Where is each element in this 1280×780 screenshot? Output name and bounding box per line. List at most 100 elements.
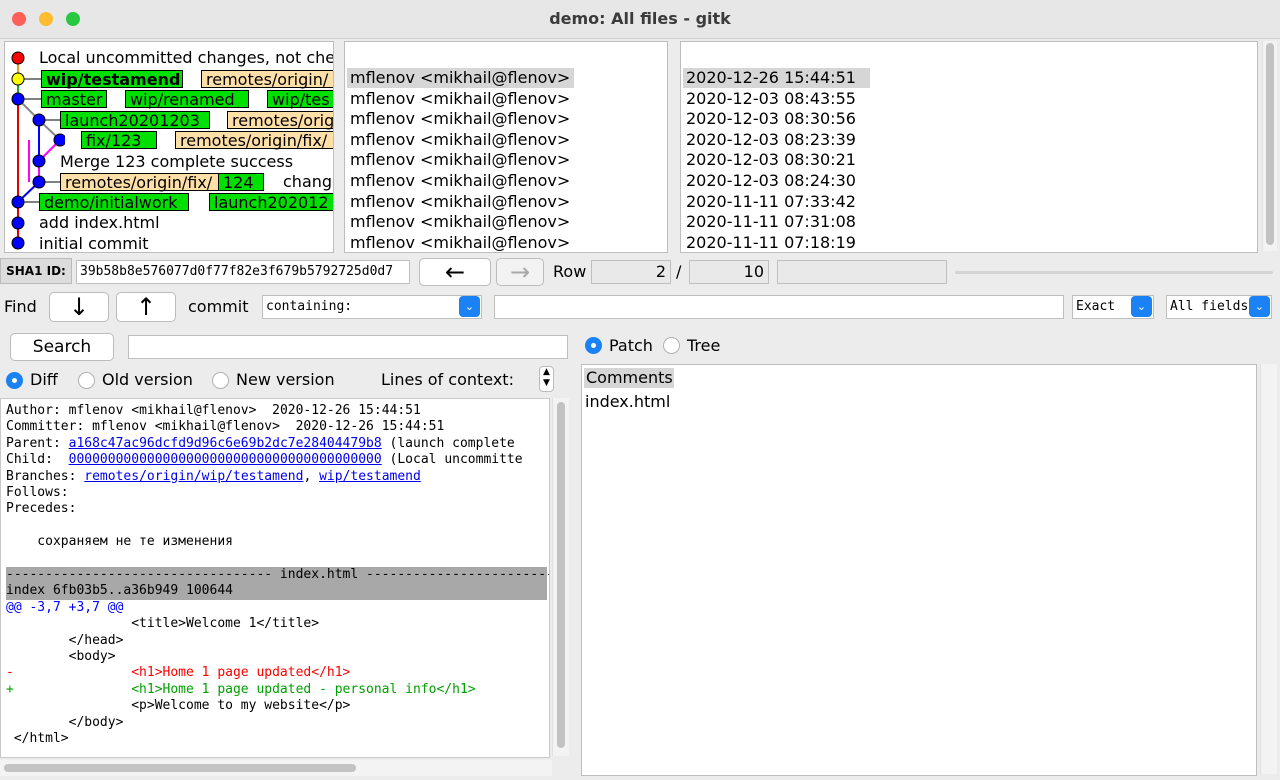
date-cell[interactable]: 2020-11-11 07:31:08 [686,212,856,232]
progress-field [777,260,947,284]
parent-line: Parent: a168c47ac96dcfd9d96c6e69b2dc7e28… [6,435,515,451]
date-cell[interactable]: 2020-12-03 08:24:30 [686,171,856,191]
file-list-item[interactable]: index.html [585,392,670,412]
ref-tag[interactable]: wip/tes [267,90,333,108]
date-cell[interactable]: 2020-11-11 07:18:19 [686,233,856,252]
ref-tag[interactable]: remotes/origi [227,111,333,129]
ref-tag[interactable]: launch202012 [209,193,333,211]
find-next-button[interactable]: ↓ [49,292,109,322]
diff-line: </head> [6,632,124,648]
diff-line-added: + <h1>Home 1 page updated - personal inf… [6,681,476,697]
commit-subject[interactable]: change [283,172,333,192]
detail-horizontal-scrollbar[interactable] [0,760,552,776]
author-cell[interactable]: mflenov <mikhail@flenov> [350,150,570,170]
ref-tag[interactable]: remotes/origin/ [201,70,333,88]
new-version-radio[interactable] [212,372,229,389]
ref-tag[interactable]: master [41,90,107,108]
file-list-pane[interactable]: Comments index.html [581,364,1257,776]
back-button[interactable]: ← [419,258,491,286]
file-list-item[interactable]: Comments [584,368,674,388]
find-mode-select[interactable]: containing: [262,295,482,319]
old-version-radio[interactable] [78,372,95,389]
date-cell[interactable]: 2020-12-03 08:43:55 [686,89,856,109]
commit-subject[interactable]: initial commit [39,234,149,252]
commit-subject[interactable]: Local uncommitted changes, not che [39,48,333,68]
search-input[interactable] [128,335,568,359]
sha1-input[interactable]: 39b58b8e576077d0f77f82e3f679b5792725d0d7 [76,260,410,284]
scrollbar-thumb[interactable] [557,402,565,748]
sha1-label: SHA1 ID: [0,258,72,284]
find-type-label: commit [188,297,249,316]
author-cell[interactable]: mflenov <mikhail@flenov> [350,233,570,252]
follows-line: Follows: [6,485,69,500]
author-cell[interactable]: mflenov <mikhail@flenov> [350,212,570,232]
new-version-label[interactable]: New version [236,370,335,389]
find-input[interactable] [494,295,1064,319]
commit-detail-pane[interactable]: Author: mflenov <mikhail@flenov> 2020-12… [0,398,550,758]
scrollbar-thumb[interactable] [1266,43,1274,245]
find-previous-button[interactable]: ↑ [116,292,176,322]
detail-vertical-scrollbar[interactable] [552,398,569,756]
title-bar: demo: All files - gitk [0,0,1280,39]
search-fields-value: All fields [1170,299,1249,314]
patch-label[interactable]: Patch [609,336,653,355]
child-sha-link[interactable]: 0000000000000000000000000000000000000000 [69,452,382,467]
ref-tag[interactable]: launch20201203 [60,111,210,129]
branch-link[interactable]: wip/testamend [319,469,421,484]
diff-hunk-header: @@ -3,7 +3,7 @@ [6,599,124,615]
date-cell[interactable]: 2020-11-11 07:33:42 [686,192,856,212]
search-button[interactable]: Search [10,333,114,361]
date-pane[interactable]: 2020-12-26 15:44:51 2020-12-03 08:43:55 … [680,41,1258,253]
ref-tag[interactable]: demo/initialwork [39,193,189,211]
chevron-down-icon[interactable]: ⌄ [459,296,480,317]
author-cell[interactable]: mflenov <mikhail@flenov> [350,192,570,212]
find-mode-value: containing: [266,299,353,314]
old-version-label[interactable]: Old version [102,370,193,389]
patch-radio[interactable] [585,337,602,354]
date-cell[interactable]: 2020-12-26 15:44:51 [683,68,870,88]
branches-line: Branches: remotes/origin/wip/testamend, … [6,468,421,484]
author-cell[interactable]: mflenov <mikhail@flenov> [350,89,570,109]
author-cell[interactable]: mflenov <mikhail@flenov> [350,171,570,191]
window-title: demo: All files - gitk [549,9,731,28]
ref-tag[interactable]: fix/123 [81,131,157,149]
ref-tag[interactable]: wip/renamed [125,90,249,108]
tree-radio[interactable] [663,337,680,354]
ref-tag[interactable]: remotes/origin/fix/ [175,131,333,149]
author-pane[interactable]: mflenov <mikhail@flenov> mflenov <mikhai… [344,41,668,253]
progress-bar [955,271,1273,274]
author-cell[interactable]: mflenov <mikhail@flenov> [347,68,574,88]
date-cell[interactable]: 2020-12-03 08:23:39 [686,130,856,150]
scrollbar-thumb[interactable] [4,764,356,772]
ref-tag[interactable]: remotes/origin/fix/ [60,173,220,191]
diff-radio[interactable] [6,372,23,389]
date-cell[interactable]: 2020-12-03 08:30:56 [686,109,856,129]
branch-link[interactable]: remotes/origin/wip/testamend [84,469,303,484]
tree-label[interactable]: Tree [687,336,720,355]
match-mode-value: Exact [1076,299,1116,314]
stepper-up-icon[interactable]: ▲ [540,367,553,378]
diff-line: </html> [6,731,69,746]
stepper-down-icon[interactable]: ▼ [540,378,553,389]
chevron-down-icon[interactable]: ⌄ [1131,296,1152,317]
context-stepper[interactable]: ▲ ▼ [539,366,554,392]
date-cell[interactable]: 2020-12-03 08:30:21 [686,150,856,170]
commit-subject[interactable]: Merge 123 complete success [60,152,293,172]
commit-subject[interactable]: add index.html [39,213,160,233]
row-label: Row [553,262,587,281]
forward-button[interactable]: → [496,258,544,286]
ref-tag[interactable]: wip/testamend [41,70,183,88]
diff-line-removed: - <h1>Home 1 page updated</h1> [6,665,351,681]
commit-graph-pane[interactable]: Local uncommitted changes, not che wip/t… [4,41,334,253]
ref-tag[interactable]: 124 [218,173,264,191]
diff-label[interactable]: Diff [30,370,58,389]
precedes-line: Precedes: [6,501,77,517]
parent-sha-link[interactable]: a168c47ac96dcfd9d96c6e69b2dc7e28404479b8 [69,436,382,451]
committer-line: Committer: mflenov <mikhail@flenov> 2020… [6,419,445,435]
file-list-scrollbar[interactable] [1260,364,1277,774]
chevron-down-icon[interactable]: ⌄ [1249,296,1270,317]
author-cell[interactable]: mflenov <mikhail@flenov> [350,130,570,150]
commit-message: сохраняем не те изменения [6,534,233,550]
commit-list-scrollbar[interactable] [1262,41,1277,251]
author-cell[interactable]: mflenov <mikhail@flenov> [350,109,570,129]
